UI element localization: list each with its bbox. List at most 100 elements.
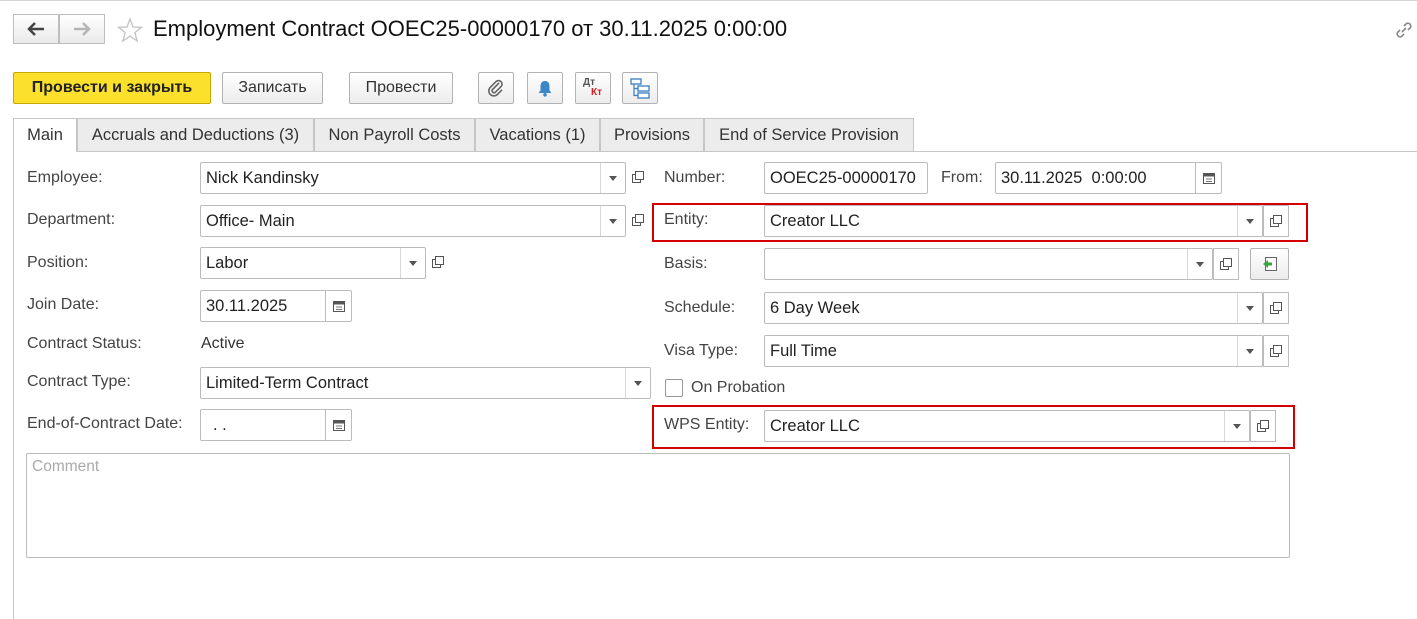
open-form-icon [632,171,644,183]
wps-entity-value: Creator LLC [770,417,860,435]
end-date-calendar-button[interactable] [325,410,351,440]
end-of-contract-date-value: . . [213,416,227,434]
structure-button[interactable] [622,72,658,104]
visa-type-label: Visa Type: [664,342,739,359]
contract-type-label: Contract Type: [27,373,131,390]
chevron-down-icon [634,380,642,386]
tab-vacations[interactable]: Vacations (1) [475,118,600,151]
from-label: From: [941,169,983,186]
department-label: Department: [27,211,116,228]
fill-from-basis-button[interactable] [1250,248,1289,280]
position-label: Position: [27,254,89,271]
join-date-label: Join Date: [27,296,100,313]
link-icon[interactable] [1394,20,1414,40]
panel-left-border [13,151,14,619]
hierarchy-icon [630,78,650,99]
page-title: Employment Contract OOEC25-00000170 от 3… [153,16,788,41]
wps-entity-open-button[interactable] [1250,410,1276,442]
tab-main[interactable]: Main [13,118,77,152]
entity-dropdown-button[interactable] [1237,206,1262,236]
employee-open-button[interactable] [626,162,650,192]
tab-non-payroll-costs[interactable]: Non Payroll Costs [314,118,475,151]
schedule-value: 6 Day Week [770,299,860,317]
employee-field[interactable]: Nick Kandinsky [200,162,626,194]
employee-dropdown-button[interactable] [600,163,625,193]
dt-kt-postings-button[interactable]: Дт Кт [575,72,611,104]
calendar-icon [332,420,345,431]
open-form-icon [632,214,644,226]
open-form-icon [1257,420,1269,432]
end-of-contract-date-label: End-of-Contract Date: [27,415,183,432]
employee-value: Nick Kandinsky [206,169,319,187]
chevron-down-icon [1233,423,1241,429]
visa-type-field[interactable]: Full Time [764,335,1263,367]
department-dropdown-button[interactable] [600,206,625,236]
chevron-down-icon [1246,305,1254,311]
comment-field[interactable]: Comment [26,453,1290,558]
visa-type-open-button[interactable] [1263,335,1289,367]
fill-document-icon [1262,257,1277,271]
from-date-value: 30.11.2025 0:00:00 [1001,169,1147,187]
contract-type-value: Limited-Term Contract [206,374,369,392]
position-open-button[interactable] [426,247,450,277]
visa-type-value: Full Time [770,342,837,360]
post-button[interactable]: Провести [349,72,453,104]
wps-entity-dropdown-button[interactable] [1224,411,1249,441]
schedule-label: Schedule: [664,299,736,316]
save-button[interactable]: Записать [222,72,323,104]
bell-icon [538,81,552,97]
department-open-button[interactable] [626,205,650,235]
schedule-dropdown-button[interactable] [1237,293,1262,323]
end-of-contract-date-field[interactable]: . . [200,409,352,441]
tab-provisions[interactable]: Provisions [600,118,704,151]
comment-placeholder: Comment [32,458,100,475]
position-dropdown-button[interactable] [400,248,425,278]
wps-entity-field[interactable]: Creator LLC [764,410,1250,442]
department-value: Office- Main [206,212,295,230]
contract-status-label: Contract Status: [27,335,142,352]
entity-value: Creator LLC [770,212,860,230]
wps-entity-label: WPS Entity: [664,416,750,433]
entity-open-button[interactable] [1263,205,1289,237]
favorite-star-icon[interactable] [116,17,144,43]
chevron-down-icon [609,218,617,224]
open-form-icon [1270,215,1282,227]
basis-field[interactable] [764,248,1213,280]
on-probation-label: On Probation [691,379,786,396]
basis-dropdown-button[interactable] [1187,249,1212,279]
number-field[interactable]: OOEC25-00000170 [764,162,928,194]
tab-accruals-deductions[interactable]: Accruals and Deductions (3) [77,118,314,151]
entity-label: Entity: [664,211,709,228]
basis-open-button[interactable] [1213,248,1239,280]
chevron-down-icon [1246,348,1254,354]
chevron-down-icon [1196,261,1204,267]
calendar-icon [1202,173,1215,184]
open-form-icon [1220,258,1232,270]
schedule-open-button[interactable] [1263,292,1289,324]
number-label: Number: [664,169,726,186]
schedule-field[interactable]: 6 Day Week [764,292,1263,324]
arrow-left-icon [27,22,44,36]
contract-type-dropdown-button[interactable] [625,368,650,398]
from-calendar-button[interactable] [1195,163,1221,193]
chevron-down-icon [409,260,417,266]
reminder-button[interactable] [527,72,563,104]
from-date-field[interactable]: 30.11.2025 0:00:00 [995,162,1222,194]
open-form-icon [432,256,444,268]
visa-type-dropdown-button[interactable] [1237,336,1262,366]
forward-button[interactable] [59,14,105,44]
back-button[interactable] [13,14,59,44]
post-and-close-button[interactable]: Провести и закрыть [13,72,211,104]
position-field[interactable]: Labor [200,247,426,279]
department-field[interactable]: Office- Main [200,205,626,237]
paperclip-icon [488,79,503,97]
contract-type-field[interactable]: Limited-Term Contract [200,367,651,399]
join-date-calendar-button[interactable] [325,291,351,321]
employee-label: Employee: [27,169,103,186]
join-date-field[interactable]: 30.11.2025 [200,290,352,322]
entity-field[interactable]: Creator LLC [764,205,1263,237]
basis-label: Basis: [664,255,708,272]
tab-end-of-service-provision[interactable]: End of Service Provision [704,118,914,151]
attachments-button[interactable] [478,72,514,104]
on-probation-checkbox[interactable] [665,379,683,397]
